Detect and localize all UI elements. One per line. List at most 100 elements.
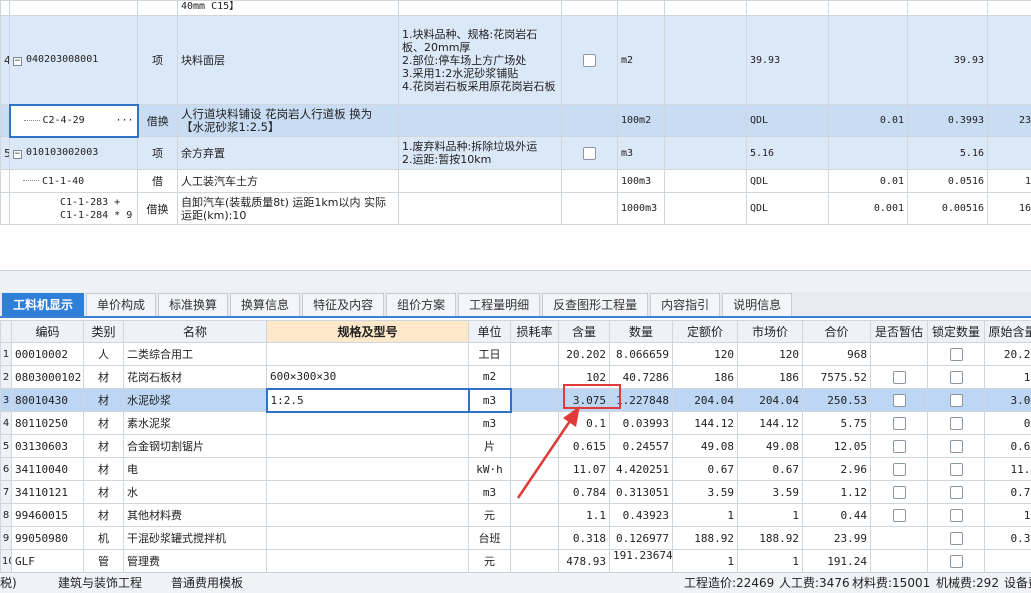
provisional-checkbox[interactable]: [892, 393, 906, 407]
checkbox[interactable]: [583, 53, 596, 67]
resource-spec[interactable]: 600×300×30: [266, 365, 469, 389]
resource-market-price[interactable]: 188.92: [737, 526, 803, 550]
resource-market-price[interactable]: 204.04: [737, 388, 803, 412]
table-row[interactable]: 1 00010002 人二类综合用工 工日 20.202 8.066659 120 120 96…: [0, 342, 1031, 366]
col-quantity[interactable]: 数量: [609, 320, 673, 343]
table-row[interactable]: 5 −010103002003 项 余方弃置 1.废弃料品种:拆除垃圾外运 2.…: [0, 136, 1031, 170]
project-type[interactable]: 建筑与装饰工程: [58, 573, 142, 593]
resource-spec[interactable]: [266, 434, 469, 458]
resource-market-price[interactable]: 1: [737, 549, 803, 572]
table-row-selected[interactable]: C2-4-29 ··· 借换 人行道块料铺设 花岗岩人行道板 换为【水泥砂浆1:2…: [0, 103, 1031, 138]
table-row-selected[interactable]: 3 80010430 材水泥砂浆 1:2.5 m3 3.075 1.227848 204.04…: [0, 387, 1031, 413]
lock-qty-checkbox[interactable]: [949, 416, 963, 430]
tab-resource-display[interactable]: 工料机显示: [2, 293, 85, 316]
table-row[interactable]: 4 −040203008001 项 块料面层 1.块料品种、规格:花岗岩石板、2…: [0, 15, 1031, 105]
col-name[interactable]: 名称: [123, 320, 267, 343]
resource-market-price[interactable]: 1: [737, 503, 803, 527]
item-code: 040203008001: [26, 53, 99, 65]
resource-spec[interactable]: [266, 342, 469, 366]
resource-content[interactable]: 20.202: [558, 342, 610, 366]
col-content[interactable]: 含量: [558, 320, 610, 343]
resource-content[interactable]: 0.784: [558, 480, 610, 504]
lock-qty-checkbox[interactable]: [949, 485, 963, 499]
table-row[interactable]: 4 80110250 材素水泥浆 m3 0.1 0.03993 144.12 144.12 5.…: [0, 411, 1031, 435]
resource-spec[interactable]: [266, 480, 469, 504]
col-market-price[interactable]: 市场价: [737, 320, 803, 343]
tab-unit-price-composition[interactable]: 单价构成: [86, 293, 157, 316]
col-unit[interactable]: 单位: [468, 320, 511, 343]
resource-market-price[interactable]: 186: [737, 365, 803, 389]
resource-name: 水: [123, 480, 267, 504]
col-provisional[interactable]: 是否暂估: [870, 320, 928, 343]
col-total[interactable]: 合价: [802, 320, 871, 343]
resource-spec[interactable]: [266, 503, 469, 527]
tab-pricing-plan[interactable]: 组价方案: [386, 293, 457, 316]
col-lock-qty[interactable]: 锁定数量: [927, 320, 985, 343]
resource-spec[interactable]: [266, 549, 469, 572]
lock-qty-checkbox[interactable]: [949, 439, 963, 453]
resource-market-price[interactable]: 49.08: [737, 434, 803, 458]
resource-content[interactable]: 0.1: [558, 411, 610, 435]
col-loss-rate[interactable]: 损耗率: [510, 320, 559, 343]
resource-content[interactable]: 478.93: [558, 549, 610, 572]
tab-quantity-details[interactable]: 工程量明细: [458, 293, 541, 316]
lock-qty-checkbox[interactable]: [949, 462, 963, 476]
partial-row[interactable]: 40mm C15】: [0, 0, 1031, 16]
resource-market-price[interactable]: 0.67: [737, 457, 803, 481]
tab-features-content[interactable]: 特征及内容: [302, 293, 385, 316]
table-row[interactable]: C1-1-40 借 人工装汽车土方 100m3 QDL 0.01 0.0516 …: [0, 169, 1031, 193]
table-row[interactable]: 9 99050980 机干混砂浆罐式搅拌机 台班 0.318 0.126977 188.92…: [0, 526, 1031, 550]
more-button[interactable]: ···: [115, 115, 133, 126]
col-original-content[interactable]: 原始含量: [984, 320, 1031, 343]
lock-qty-checkbox[interactable]: [949, 347, 963, 361]
table-row[interactable]: 899460015材其他材料费元1.10.43923110.441.: [0, 503, 1031, 527]
fee-template[interactable]: 普通费用模板: [171, 573, 243, 593]
provisional-checkbox[interactable]: [892, 370, 906, 384]
table-row[interactable]: 5 03130603 材合金钢切割锯片片 0.615 0.24557 49.08 49.08…: [0, 434, 1031, 458]
checkbox[interactable]: [583, 146, 596, 160]
resource-market-price[interactable]: 144.12: [737, 411, 803, 435]
provisional-checkbox[interactable]: [892, 462, 906, 476]
table-row[interactable]: C1-1-283 + C1-1-284 * 9 借换 自卸汽车(装载质量8t) …: [0, 192, 1031, 225]
lock-qty-checkbox[interactable]: [949, 508, 963, 522]
tab-graphic-quantity-lookup[interactable]: 反查图形工程量: [542, 293, 649, 316]
col-code[interactable]: 编码: [11, 320, 84, 343]
col-type[interactable]: 类别: [83, 320, 124, 343]
table-row[interactable]: 10GLF管管理费元478.93191.2367411191.24: [0, 549, 1031, 572]
table-row[interactable]: 6 34110040 材电 kW·h 11.07 4.420251 0.67 0.67 2.96…: [0, 457, 1031, 481]
resource-content[interactable]: 11.07: [558, 457, 610, 481]
lock-qty-checkbox[interactable]: [949, 370, 963, 384]
resource-name: 电: [123, 457, 267, 481]
resource-type: 材: [83, 434, 124, 458]
resource-spec[interactable]: [266, 526, 469, 550]
pane-splitter[interactable]: [0, 270, 1031, 292]
table-row[interactable]: 7 34110121 材水 m3 0.784 0.313051 3.59 3.59 1.12 0.…: [0, 480, 1031, 504]
tab-description[interactable]: 说明信息: [722, 293, 793, 316]
tab-standard-conversion[interactable]: 标准换算: [158, 293, 229, 316]
resource-market-price[interactable]: 3.59: [737, 480, 803, 504]
item-code: C1-1-40: [42, 175, 85, 187]
lock-qty-checkbox[interactable]: [949, 554, 963, 568]
collapse-icon[interactable]: −: [13, 150, 22, 160]
resource-market-price[interactable]: 120: [737, 342, 803, 366]
lock-qty-checkbox[interactable]: [949, 531, 963, 545]
resource-content[interactable]: 1.1: [558, 503, 610, 527]
tab-conversion-info[interactable]: 换算信息: [230, 293, 301, 316]
resource-spec[interactable]: [266, 411, 469, 435]
provisional-checkbox[interactable]: [892, 485, 906, 499]
tab-content-guide[interactable]: 内容指引: [650, 293, 721, 316]
code-cell-editing[interactable]: C2-4-29 ···: [8, 103, 139, 138]
resource-spec[interactable]: [266, 457, 469, 481]
col-quota-price[interactable]: 定额价: [672, 320, 738, 343]
col-spec[interactable]: 规格及型号: [266, 320, 469, 343]
resource-content[interactable]: 0.318: [558, 526, 610, 550]
provisional-checkbox[interactable]: [892, 508, 906, 522]
provisional-checkbox[interactable]: [892, 439, 906, 453]
collapse-icon[interactable]: −: [13, 56, 22, 66]
lock-qty-checkbox[interactable]: [949, 393, 963, 407]
resource-content[interactable]: 0.615: [558, 434, 610, 458]
provisional-checkbox[interactable]: [892, 416, 906, 430]
item-type: 项: [137, 136, 178, 170]
resource-spec[interactable]: 1:2.5: [265, 387, 470, 413]
table-row[interactable]: 2 0803000102 材花岗石板材 600×300×30 m2 102 40.7286 1…: [0, 365, 1031, 389]
